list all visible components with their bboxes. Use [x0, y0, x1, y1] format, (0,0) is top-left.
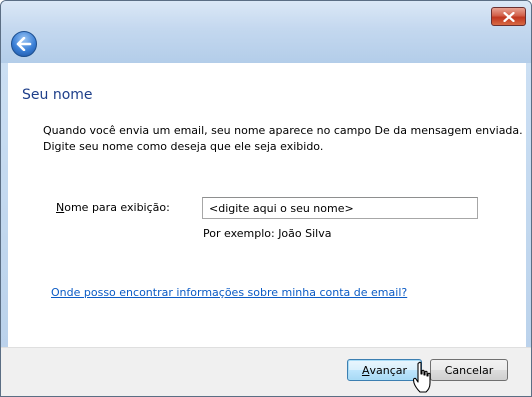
wizard-window: Seu nome Quando você envia um email, seu…: [0, 0, 532, 397]
cancel-button[interactable]: Cancelar: [430, 359, 508, 381]
back-arrow-icon: [16, 37, 32, 51]
display-name-input[interactable]: [202, 197, 478, 219]
display-name-label: Nome para exibição:: [56, 201, 170, 214]
close-button[interactable]: [491, 7, 526, 26]
description: Quando você envia um email, seu nome apa…: [43, 123, 523, 155]
display-name-label-text: ome para exibição:: [64, 201, 170, 214]
next-button-accel: A: [361, 363, 370, 377]
hand-pointer-icon: [413, 361, 431, 393]
email-account-help-link[interactable]: Onde posso encontrar informações sobre m…: [51, 286, 407, 299]
next-button[interactable]: Avançar: [347, 359, 422, 381]
back-button[interactable]: [11, 31, 37, 57]
close-icon: [502, 11, 515, 22]
display-name-label-accel: N: [56, 201, 65, 214]
next-button-label: vançar: [369, 363, 408, 377]
button-bar: Avançar Cancelar: [1, 347, 531, 396]
example-text: Por exemplo: João Silva: [203, 227, 332, 240]
title-bar: [1, 1, 531, 63]
page-title: Seu nome: [22, 87, 93, 103]
wizard-content: Seu nome Quando você envia um email, seu…: [8, 63, 526, 347]
description-line-1: Quando você envia um email, seu nome apa…: [43, 124, 523, 137]
description-line-2: Digite seu nome como deseja que ele seja…: [43, 140, 324, 153]
